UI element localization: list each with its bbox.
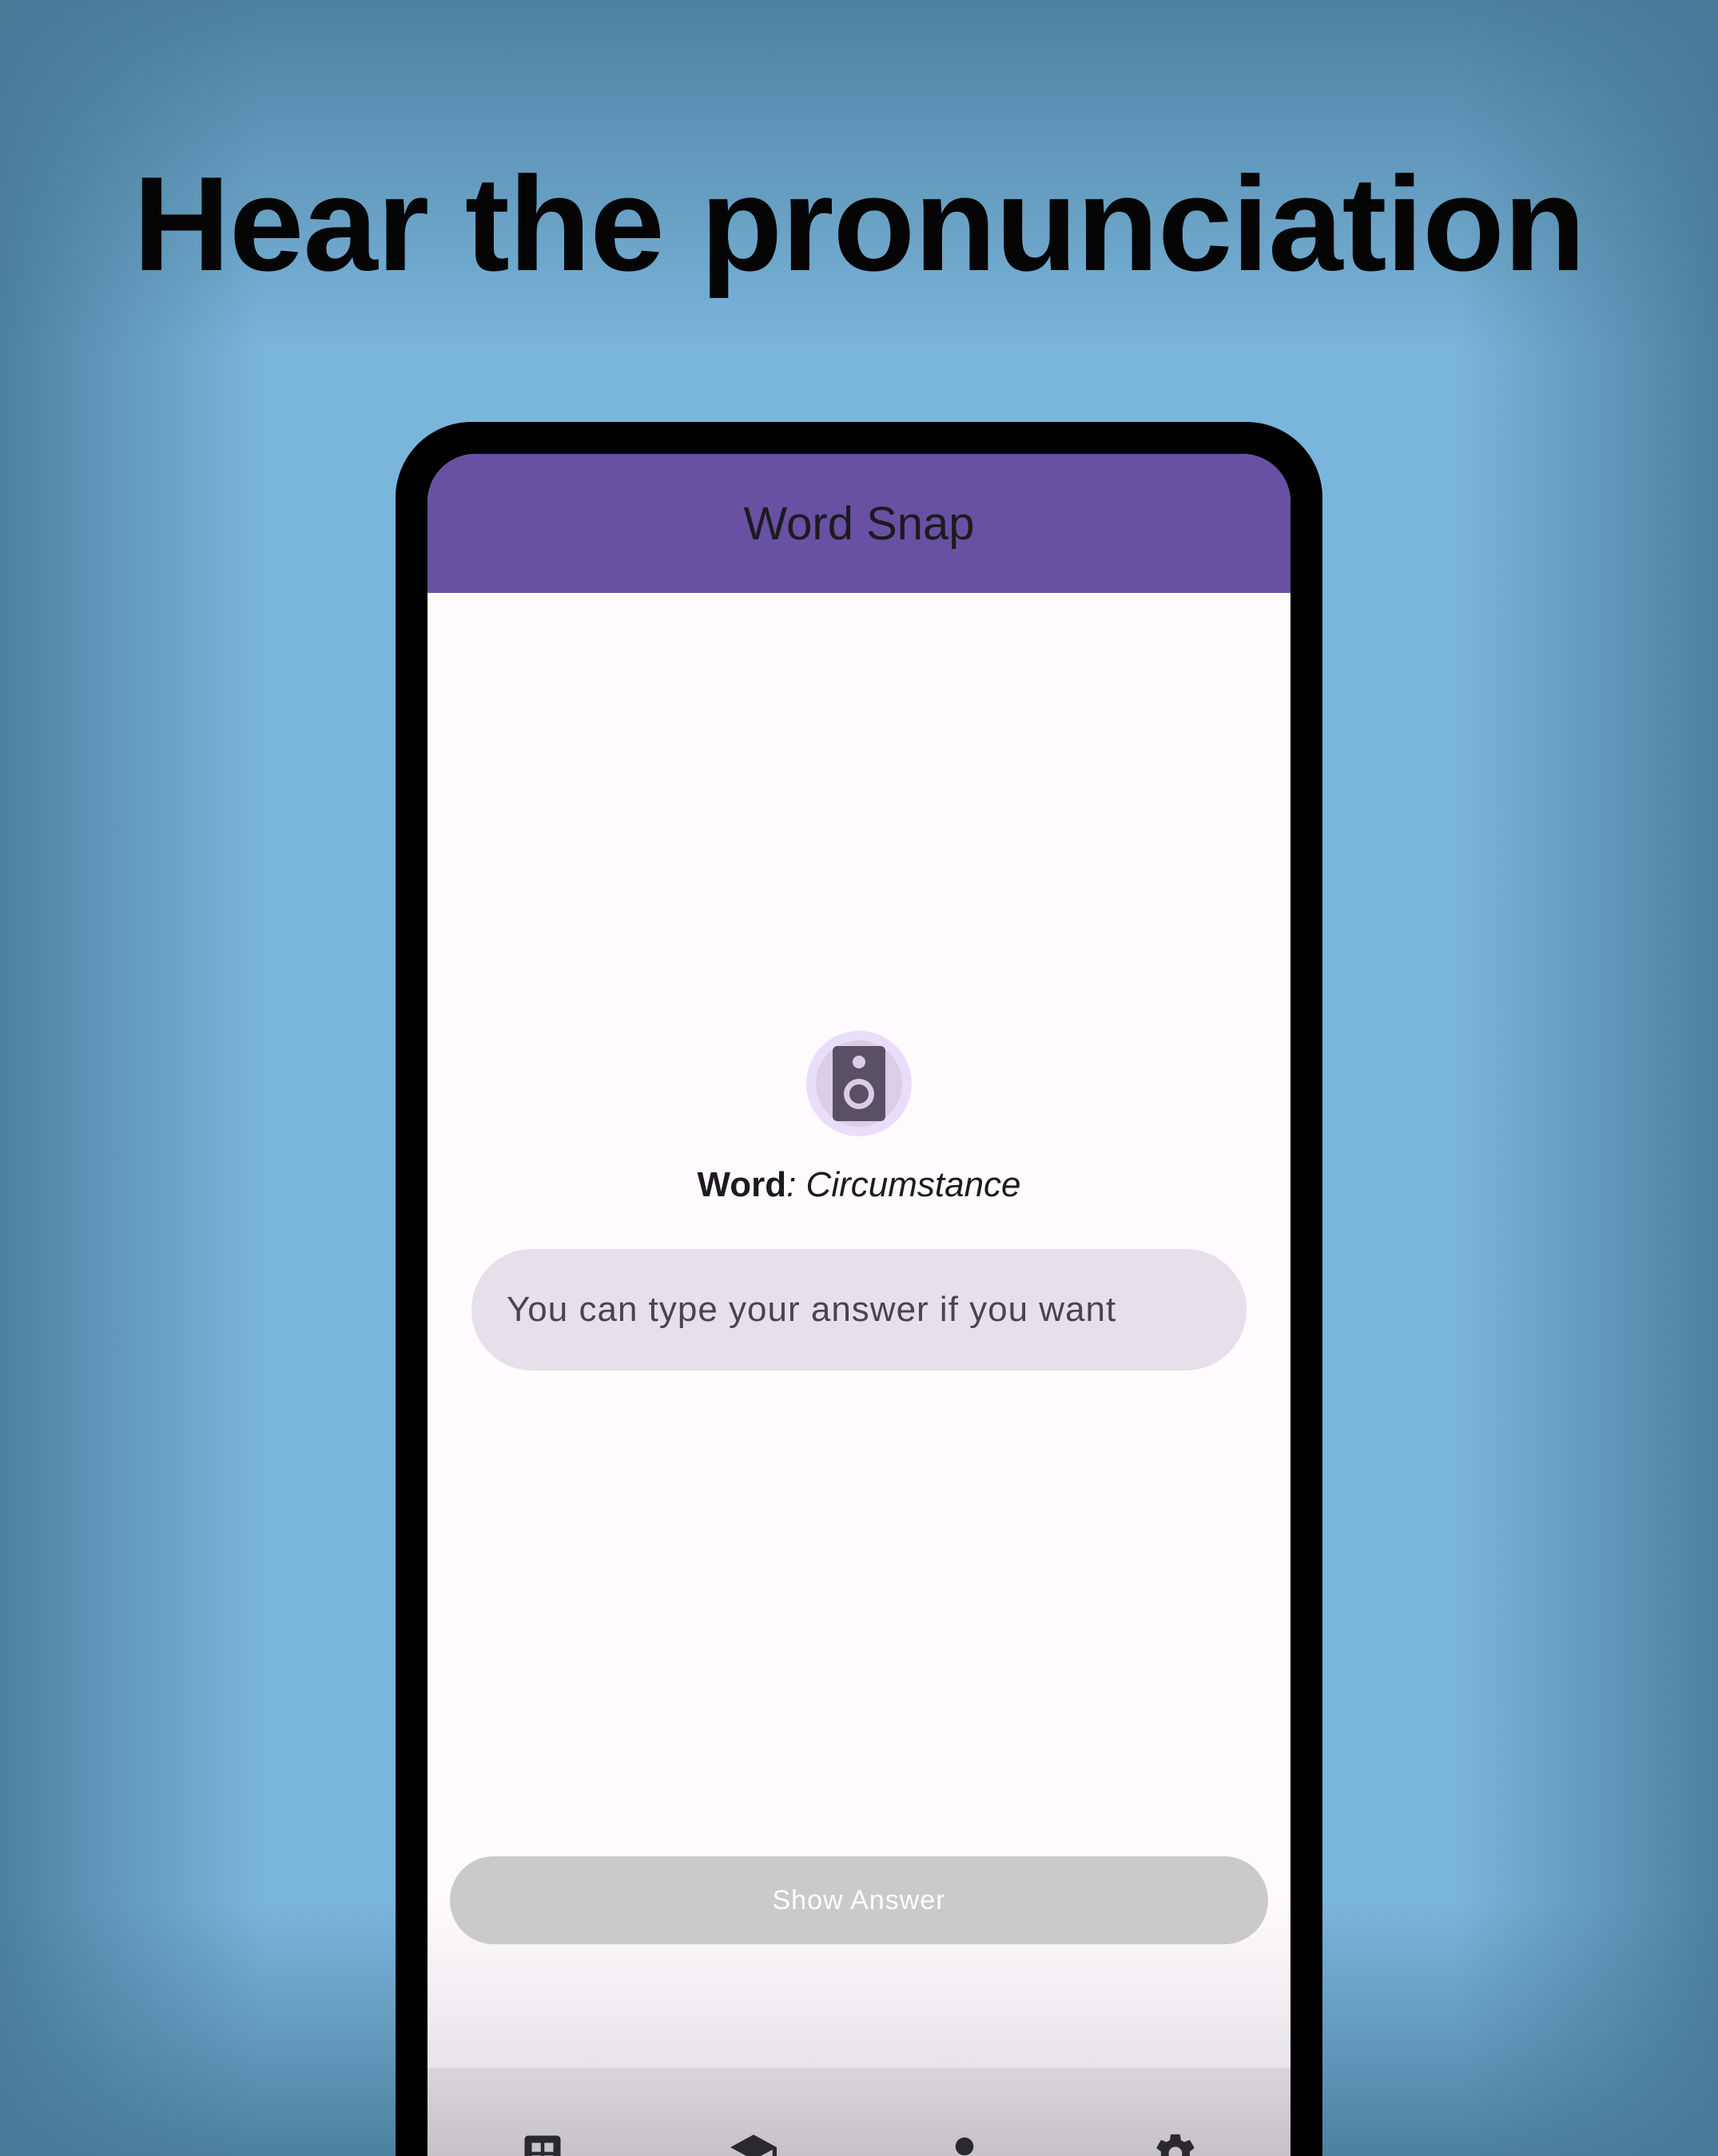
person-icon <box>955 2137 974 2156</box>
dashboard-icon <box>524 2135 561 2156</box>
speaker-icon <box>833 1046 885 1121</box>
nav-item-dashboard[interactable] <box>495 2118 591 2156</box>
play-pronunciation-button[interactable] <box>806 1031 912 1136</box>
word-label: Word <box>697 1165 787 1204</box>
word-display: Word: Circumstance <box>428 1165 1290 1205</box>
school-icon <box>730 2134 777 2156</box>
speaker-icon-container <box>816 1040 902 1127</box>
nav-item-settings[interactable] <box>1127 2118 1223 2156</box>
app-bar: Word Snap <box>428 454 1290 593</box>
answer-field[interactable] <box>471 1249 1247 1370</box>
settings-icon <box>1156 2134 1195 2156</box>
word-value: Circumstance <box>805 1165 1021 1204</box>
app-screen: Word Snap Word: Circumstance Show Answer <box>428 454 1290 2156</box>
app-title: Word Snap <box>743 497 975 550</box>
nav-item-learn[interactable] <box>706 2118 801 2156</box>
bottom-navigation <box>428 2068 1290 2156</box>
show-answer-button[interactable]: Show Answer <box>450 1856 1268 1944</box>
nav-item-profile[interactable] <box>917 2118 1012 2156</box>
answer-input[interactable] <box>507 1290 1247 1330</box>
phone-frame: Word Snap Word: Circumstance Show Answer <box>396 422 1322 2156</box>
word-separator: : <box>786 1165 806 1204</box>
headline: Hear the pronunciation <box>133 149 1586 299</box>
